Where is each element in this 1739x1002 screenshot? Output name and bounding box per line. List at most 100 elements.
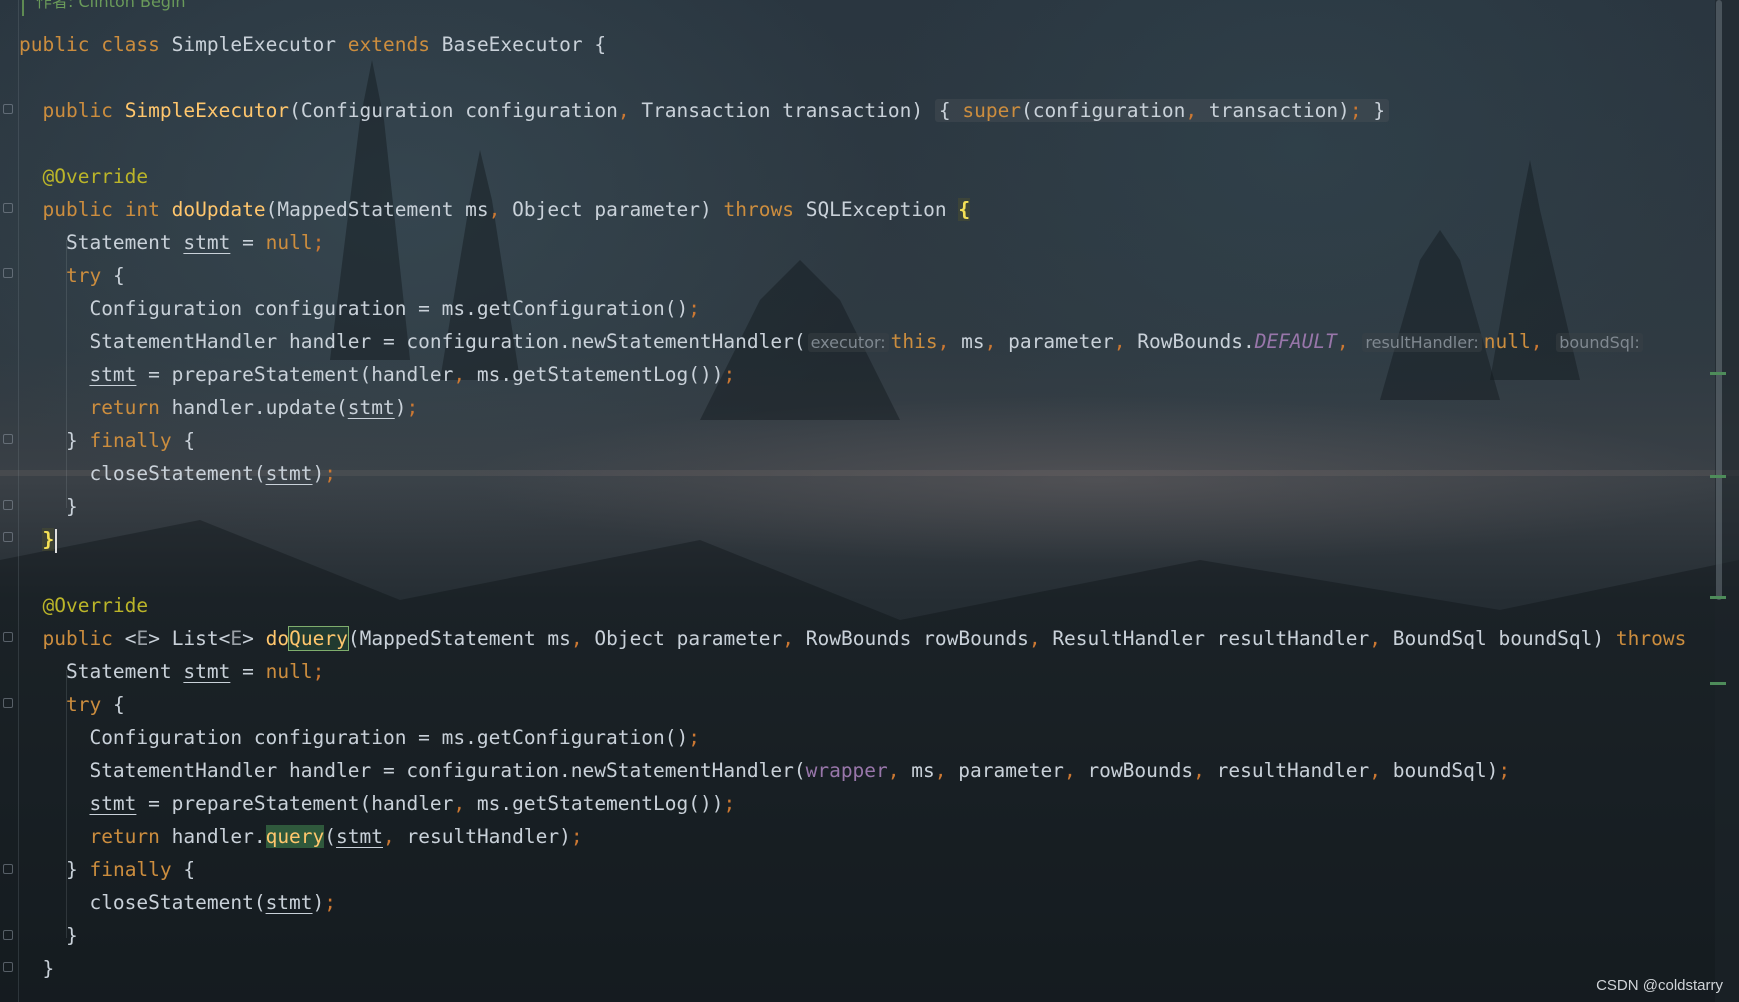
statement: ms.getStatementLog()) xyxy=(476,363,724,386)
comma: , xyxy=(488,198,501,221)
fold-marker-icon[interactable] xyxy=(3,532,13,542)
comma: , xyxy=(984,330,997,353)
code-line-21[interactable]: stmt = prepareStatement(handler, ms.getS… xyxy=(19,787,735,820)
keyword: return xyxy=(89,396,160,419)
annotation: @Override xyxy=(42,594,149,617)
statement: handler. xyxy=(171,825,266,848)
code-line-18[interactable]: try { xyxy=(19,688,125,721)
operator: = xyxy=(242,231,254,254)
code-line-20[interactable]: StatementHandler handler = configuration… xyxy=(19,754,1510,787)
code-line-5[interactable]: Statement stmt = null; xyxy=(19,226,324,259)
code-line-12[interactable]: closeStatement(stmt); xyxy=(19,457,336,490)
keyword: null xyxy=(265,660,313,683)
code-line-8[interactable]: StatementHandler handler = configuration… xyxy=(19,325,1645,358)
semicolon: ; xyxy=(723,792,736,815)
operator: = xyxy=(242,660,254,683)
variable: stmt xyxy=(347,396,395,419)
brace: { xyxy=(594,33,607,56)
keyword: int xyxy=(124,198,160,221)
scrollbar-thumb[interactable] xyxy=(1716,0,1722,600)
code-line-2[interactable]: public SimpleExecutor(Configuration conf… xyxy=(19,94,1390,127)
keyword: this xyxy=(890,330,938,353)
fold-marker-icon[interactable] xyxy=(3,632,13,642)
code-line-4[interactable]: public int doUpdate(MappedStatement ms, … xyxy=(19,193,971,226)
fold-marker-icon[interactable] xyxy=(3,203,13,213)
brace: { xyxy=(112,693,125,716)
fold-marker-icon[interactable] xyxy=(3,930,13,940)
fold-marker-icon[interactable] xyxy=(3,500,13,510)
argument: resultHandler xyxy=(1216,759,1370,782)
matched-brace: { xyxy=(958,198,971,221)
call-args: (configuration xyxy=(1021,99,1186,122)
comma: , xyxy=(570,627,583,650)
brace: { xyxy=(938,99,951,122)
comma: , xyxy=(934,759,947,782)
fold-marker-icon[interactable] xyxy=(3,268,13,278)
change-marker[interactable] xyxy=(1710,372,1726,375)
angle-bracket: < xyxy=(124,627,137,650)
code-line-3[interactable]: @Override xyxy=(19,160,148,193)
brace: } xyxy=(42,957,55,980)
param-type: Transaction xyxy=(641,99,771,122)
statement: Configuration configuration = ms.getConf… xyxy=(89,297,689,320)
fold-marker-icon[interactable] xyxy=(3,698,13,708)
method-name: do xyxy=(265,627,290,650)
code-line-23[interactable]: } finally { xyxy=(19,853,195,886)
angle-bracket: > xyxy=(242,627,254,650)
search-match: Query xyxy=(288,626,349,651)
params: RowBounds rowBounds xyxy=(805,627,1029,650)
comma: , xyxy=(1185,99,1198,122)
fold-marker-icon[interactable] xyxy=(3,104,13,114)
semicolon: ; xyxy=(406,396,419,419)
brace: } xyxy=(1373,99,1386,122)
params: Object parameter xyxy=(594,627,783,650)
keyword: finally xyxy=(89,429,172,452)
variable: stmt xyxy=(265,891,313,914)
keyword: null xyxy=(265,231,313,254)
argument: ms xyxy=(911,759,935,782)
code-line-24[interactable]: closeStatement(stmt); xyxy=(19,886,336,919)
code-line-15[interactable]: @Override xyxy=(19,589,148,622)
code-line-19[interactable]: Configuration configuration = ms.getConf… xyxy=(19,721,700,754)
comma: , xyxy=(887,759,900,782)
folded-body[interactable]: { super(configuration, transaction); } xyxy=(934,99,1390,122)
fold-marker-icon[interactable] xyxy=(3,434,13,444)
code-line-10[interactable]: return handler.update(stmt); xyxy=(19,391,418,424)
keyword: null xyxy=(1483,330,1531,353)
angle-bracket: > xyxy=(148,627,160,650)
paren: ) xyxy=(312,891,325,914)
code-line-22[interactable]: return handler.query(stmt, resultHandler… xyxy=(19,820,583,853)
argument: boundSql) xyxy=(1392,759,1499,782)
change-marker[interactable] xyxy=(1710,475,1726,478)
code-line-17[interactable]: Statement stmt = null; xyxy=(19,655,324,688)
code-line-6[interactable]: try { xyxy=(19,259,125,292)
params: (MappedStatement ms xyxy=(347,627,571,650)
code-line-11[interactable]: } finally { xyxy=(19,424,195,457)
paren: ( xyxy=(324,825,337,848)
keyword: finally xyxy=(89,858,172,881)
change-marker[interactable] xyxy=(1710,682,1726,685)
code-line-14[interactable]: } xyxy=(19,523,58,556)
code-editor[interactable]: 作者: Clinton Begin public class SimpleExe… xyxy=(0,0,1715,1002)
code-line-7[interactable]: Configuration configuration = ms.getConf… xyxy=(19,292,700,325)
comma: , xyxy=(1369,627,1382,650)
keyword: class xyxy=(101,33,160,56)
change-marker[interactable] xyxy=(1710,596,1726,599)
method-name: doUpdate xyxy=(171,198,266,221)
code-line-25[interactable]: } xyxy=(19,919,78,952)
argument: ms xyxy=(961,330,985,353)
code-line-9[interactable]: stmt = prepareStatement(handler, ms.getS… xyxy=(19,358,735,391)
params: BoundSql boundSql) xyxy=(1392,627,1605,650)
code-line-16[interactable]: public <E> List<E> doQuery(MappedStateme… xyxy=(19,622,1686,655)
semicolon: ; xyxy=(688,726,700,749)
semicolon: ; xyxy=(324,891,337,914)
semicolon: ; xyxy=(312,231,325,254)
fold-marker-icon[interactable] xyxy=(3,962,13,972)
class-name: SimpleExecutor xyxy=(171,33,337,56)
statement: ms.getStatementLog()) xyxy=(476,792,724,815)
code-line-26[interactable]: } xyxy=(19,952,54,985)
code-line-13[interactable]: } xyxy=(19,490,78,523)
code-line-1[interactable]: public class SimpleExecutor extends Base… xyxy=(19,28,606,61)
fold-marker-icon[interactable] xyxy=(3,864,13,874)
comma: , xyxy=(1063,759,1076,782)
